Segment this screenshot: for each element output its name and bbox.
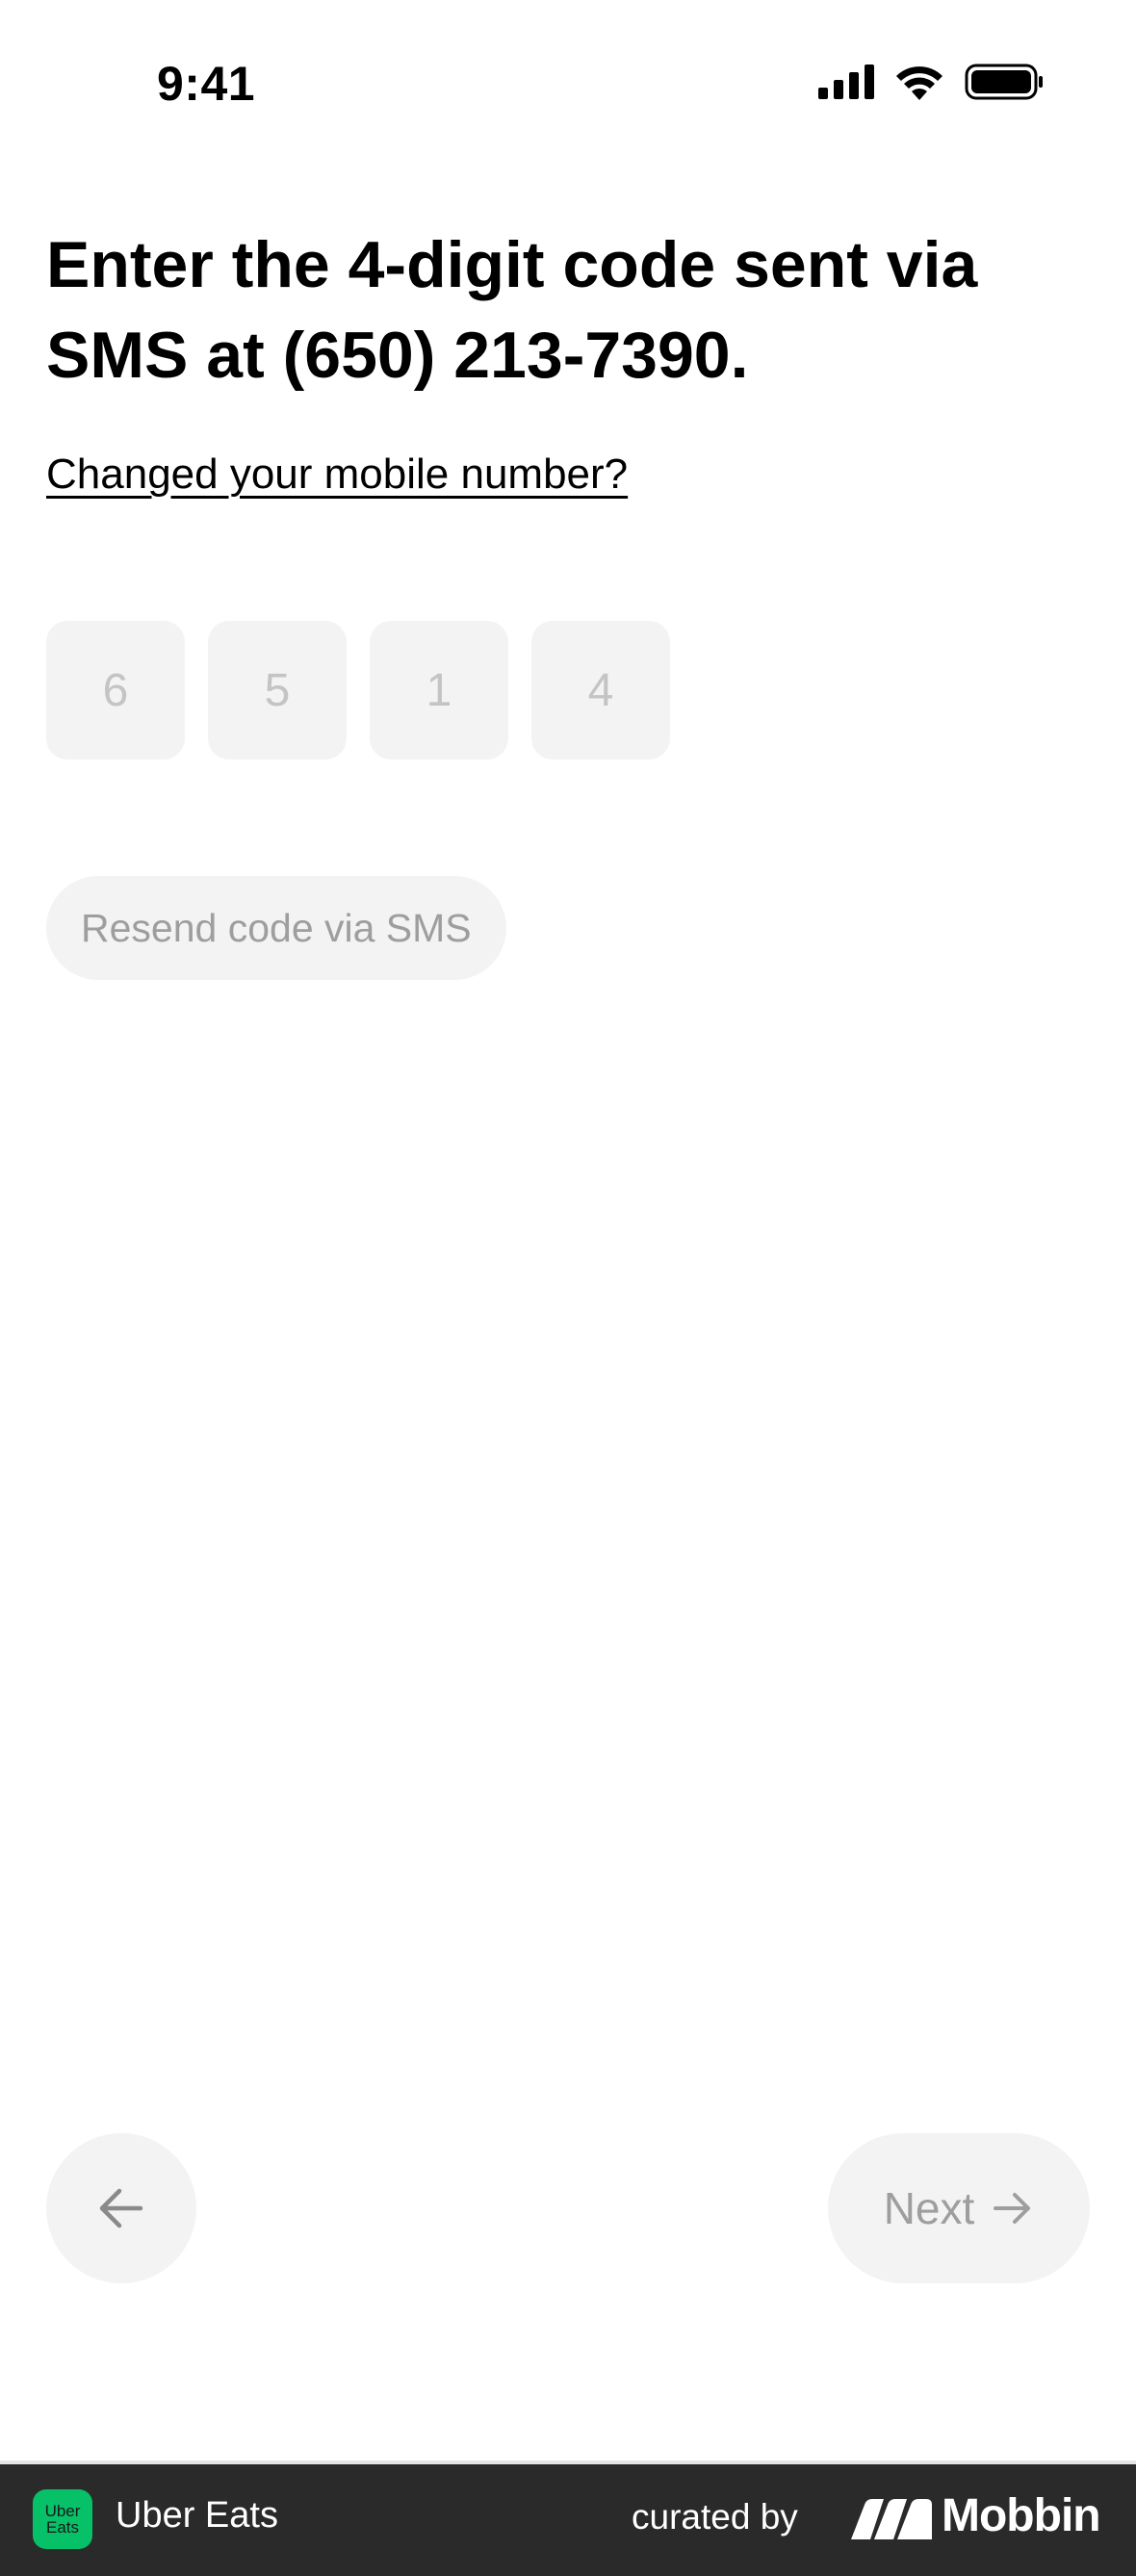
uber-eats-logo-icon: Uber Eats xyxy=(33,2489,92,2549)
mobbin-brand-name: Mobbin xyxy=(942,2490,1101,2541)
back-button[interactable] xyxy=(46,2133,196,2283)
code-digit-1[interactable]: 6 xyxy=(46,621,185,760)
next-button[interactable]: Next xyxy=(828,2133,1090,2283)
battery-icon xyxy=(965,64,1043,100)
code-digit-3[interactable]: 1 xyxy=(370,621,508,760)
code-digit-4[interactable]: 4 xyxy=(531,621,670,760)
verification-screen: 9:41 Enter the 4-digit code sent via SMS… xyxy=(0,0,1136,2576)
app-logo-line-1: Uber xyxy=(44,2502,81,2520)
app-name: Uber Eats xyxy=(116,2495,278,2536)
status-time: 9:41 xyxy=(157,57,256,111)
arrow-right-icon xyxy=(994,2193,1031,2224)
footer-bar: Uber Eats Uber Eats curated by Mobbin xyxy=(0,2460,1136,2576)
cellular-signal-icon xyxy=(818,64,874,99)
arrow-left-icon xyxy=(99,2188,143,2228)
mobbin-logo-icon xyxy=(851,2499,932,2539)
curated-by-label: curated by xyxy=(632,2497,798,2537)
page-title: Enter the 4-digit code sent via SMS at (… xyxy=(46,228,978,392)
app-logo-line-2: Eats xyxy=(45,2518,80,2537)
status-icons xyxy=(818,64,1044,100)
code-input-group: 6 5 1 4 xyxy=(46,621,670,760)
status-bar: 9:41 xyxy=(0,0,1136,164)
wifi-icon xyxy=(896,66,942,100)
code-digit-2[interactable]: 5 xyxy=(208,621,347,760)
resend-code-button[interactable]: Resend code via SMS xyxy=(46,876,506,980)
next-button-label: Next xyxy=(883,2183,975,2233)
change-mobile-number-link[interactable]: Changed your mobile number? xyxy=(46,451,628,499)
